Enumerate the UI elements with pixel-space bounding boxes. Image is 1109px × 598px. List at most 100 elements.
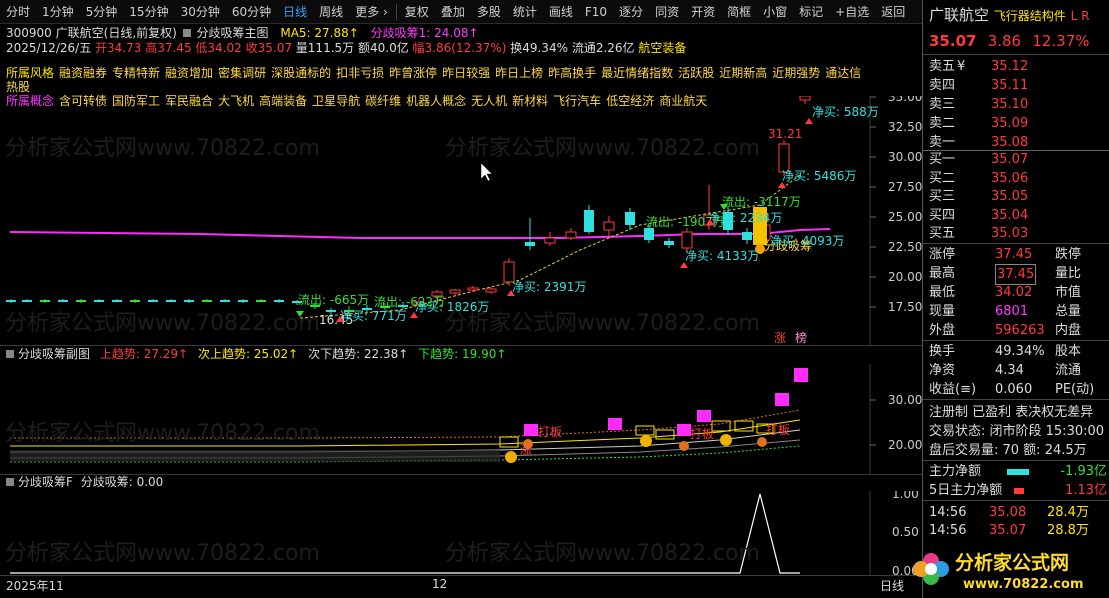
period-label[interactable]: 日线 <box>880 577 904 594</box>
ma5-value: MA5: 27.88↑ <box>280 26 359 40</box>
ask-row[interactable]: 卖三 35.10 <box>929 95 1104 114</box>
main-indicator-name[interactable]: 分歧吸筹主图 <box>197 26 269 40</box>
ask-row[interactable]: 卖二 35.09 <box>929 114 1104 133</box>
sub-indicator-name[interactable]: 分歧吸筹副图 <box>18 347 90 361</box>
toolbar-item[interactable]: 简框 <box>721 0 757 24</box>
concept-tag[interactable]: 近期强势 <box>772 66 820 80</box>
candle-body <box>22 300 32 302</box>
candle-body <box>603 221 615 231</box>
toolbar-item[interactable]: +自选 <box>829 0 875 24</box>
stat-label-2: 内盘 <box>1055 323 1082 338</box>
candle-body <box>202 300 212 302</box>
concept-tag[interactable]: 活跃股 <box>678 66 714 80</box>
tick-price: 35.08 <box>989 505 1027 520</box>
f-indicator-header: 分歧吸筹F 分歧吸筹: 0.00 <box>0 475 870 491</box>
f-indicator-name[interactable]: 分歧吸筹F <box>18 475 73 489</box>
toolbar-item[interactable]: F10 <box>579 0 613 24</box>
toolbar-item[interactable]: 复权 <box>399 0 435 24</box>
annotation: 流出: -665万 <box>298 293 369 307</box>
bid-row[interactable]: 买一 35.07 <box>929 150 1104 169</box>
toolbar-item[interactable]: 同资 <box>649 0 685 24</box>
concept-tag[interactable]: 最近情绪指数 <box>601 66 673 80</box>
up-trend-value: 上趋势: 27.29↑ <box>99 347 189 361</box>
ask-price: 35.10 <box>991 97 1029 112</box>
bar-sector: 航空装备 <box>638 41 687 55</box>
candle-body <box>94 300 104 302</box>
toolbar-item[interactable]: 画线 <box>543 0 579 24</box>
concept-tag[interactable]: 密集调研 <box>218 66 266 80</box>
candle-body <box>220 300 230 302</box>
stat-label: 最高 <box>929 266 956 281</box>
toolbar-item[interactable]: 叠加 <box>435 0 471 24</box>
mouse-cursor-icon <box>480 162 493 182</box>
money-bag-icon <box>757 437 767 447</box>
f-indicator-chart[interactable]: 1.00 0.50 0.00 分析家公式网www.70822.com 分析家公式… <box>0 491 922 575</box>
toolbar-item[interactable]: 分时 <box>0 0 36 24</box>
toolbar-item[interactable]: 周线 <box>313 0 349 24</box>
toolbar-item[interactable]: 更多 › <box>349 0 394 24</box>
watermark-text: 分析家公式网www.70822.com <box>5 541 320 566</box>
toolbar-item[interactable]: 1分钟 <box>36 0 80 24</box>
ask-label: 卖三 <box>929 97 956 112</box>
money-bag-icon <box>679 441 689 451</box>
toolbar-item[interactable]: 15分钟 <box>123 0 174 24</box>
toolbar-item[interactable]: 返回 <box>875 0 911 24</box>
toolbar-item[interactable]: 标记 <box>793 0 829 24</box>
bid-row[interactable]: 买五 35.03 <box>929 224 1104 243</box>
toolbar-item[interactable]: 60分钟 <box>226 0 277 24</box>
concept-tag[interactable]: 专精特新 <box>112 66 160 80</box>
candle-body <box>184 300 194 302</box>
bid-price: 35.07 <box>991 152 1029 167</box>
xichou-value: 分歧吸筹1: 24.08↑ <box>370 26 479 40</box>
bar-date: 2025/12/26/五 <box>6 41 92 55</box>
concept-tag[interactable]: 昨高换手 <box>548 66 596 80</box>
concept-tag[interactable]: 融资增加 <box>165 66 213 80</box>
concept-tag[interactable]: 所属风格 <box>6 66 54 80</box>
toolbar-item[interactable]: 日线 <box>277 0 313 24</box>
bid-price: 35.06 <box>991 170 1029 186</box>
bid-row[interactable]: 买三 35.05 <box>929 187 1104 206</box>
dropdown-icon[interactable] <box>6 350 14 358</box>
main-net5-bar <box>1014 487 1025 494</box>
candle-body <box>130 300 140 302</box>
y-tick-label: 30.00 <box>888 393 922 407</box>
concept-tag[interactable]: 深股通标的 <box>271 66 331 80</box>
bid-price: 35.04 <box>991 207 1029 223</box>
x-axis-label-nov: 2025年11 <box>6 579 64 593</box>
toolbar-item[interactable]: 30分钟 <box>175 0 226 24</box>
toolbar-item[interactable]: 小窗 <box>757 0 793 24</box>
dropdown-icon[interactable] <box>6 478 14 486</box>
toolbar-item[interactable]: 统计 <box>507 0 543 24</box>
site-logo: 分析家公式网 www.70822.com <box>905 543 1105 595</box>
bid-row[interactable]: 买二 35.06 <box>929 169 1104 188</box>
toolbar-item[interactable]: 多股 <box>471 0 507 24</box>
toolbar: 分时 1分钟 5分钟 15分钟 30分钟 60分钟 日线 周线 更多 › 复权 叠加 多股 统计 画线 F1… <box>0 0 922 24</box>
quote-pct: 12.37% <box>1032 32 1090 50</box>
ask-price: 35.11 <box>991 78 1029 93</box>
dropdown-icon[interactable] <box>182 29 191 37</box>
ask-row[interactable]: 卖四 35.11 <box>929 76 1104 95</box>
candle-body <box>326 310 336 312</box>
smiley-icon <box>640 435 652 447</box>
concept-tag[interactable]: 昨日上榜 <box>495 66 543 80</box>
concept-tag[interactable]: 近期新高 <box>719 66 767 80</box>
bar-low: 低34.02 <box>195 41 242 55</box>
concept-tag[interactable]: 扣非亏损 <box>336 66 384 80</box>
quote-change: 3.86 <box>987 32 1022 50</box>
concept-tag[interactable]: 昨日较强 <box>442 66 490 80</box>
toolbar-item[interactable]: 5分钟 <box>80 0 124 24</box>
candle-body <box>565 231 577 239</box>
sub-indicator-chart[interactable]: 30.00 20.00 打板 打板 打板 涨 分析家公式网www.70822.c… <box>0 364 922 474</box>
bid-row[interactable]: 买四 35.04 <box>929 206 1104 225</box>
concept-tag[interactable]: 昨曾涨停 <box>389 66 437 80</box>
main-kline-chart[interactable]: 分析家公式网www.70822.com 分析家公式网www.70822.com … <box>0 96 922 346</box>
stat-value: 34.02 <box>995 285 1033 300</box>
candle-body <box>485 288 497 293</box>
quote-flags: L R <box>1070 9 1090 23</box>
ask-row[interactable]: 卖五 ¥35.12 <box>929 57 1104 76</box>
toolbar-item[interactable]: 开资 <box>685 0 721 24</box>
tick-time: 14:56 <box>929 523 967 538</box>
sub-indicator-header: 分歧吸筹副图 上趋势: 27.29↑ 次上趋势: 25.02↑ 次下趋势: 22… <box>0 346 870 364</box>
toolbar-item[interactable]: 逐分 <box>613 0 649 24</box>
concept-tag[interactable]: 融资融券 <box>59 66 107 80</box>
